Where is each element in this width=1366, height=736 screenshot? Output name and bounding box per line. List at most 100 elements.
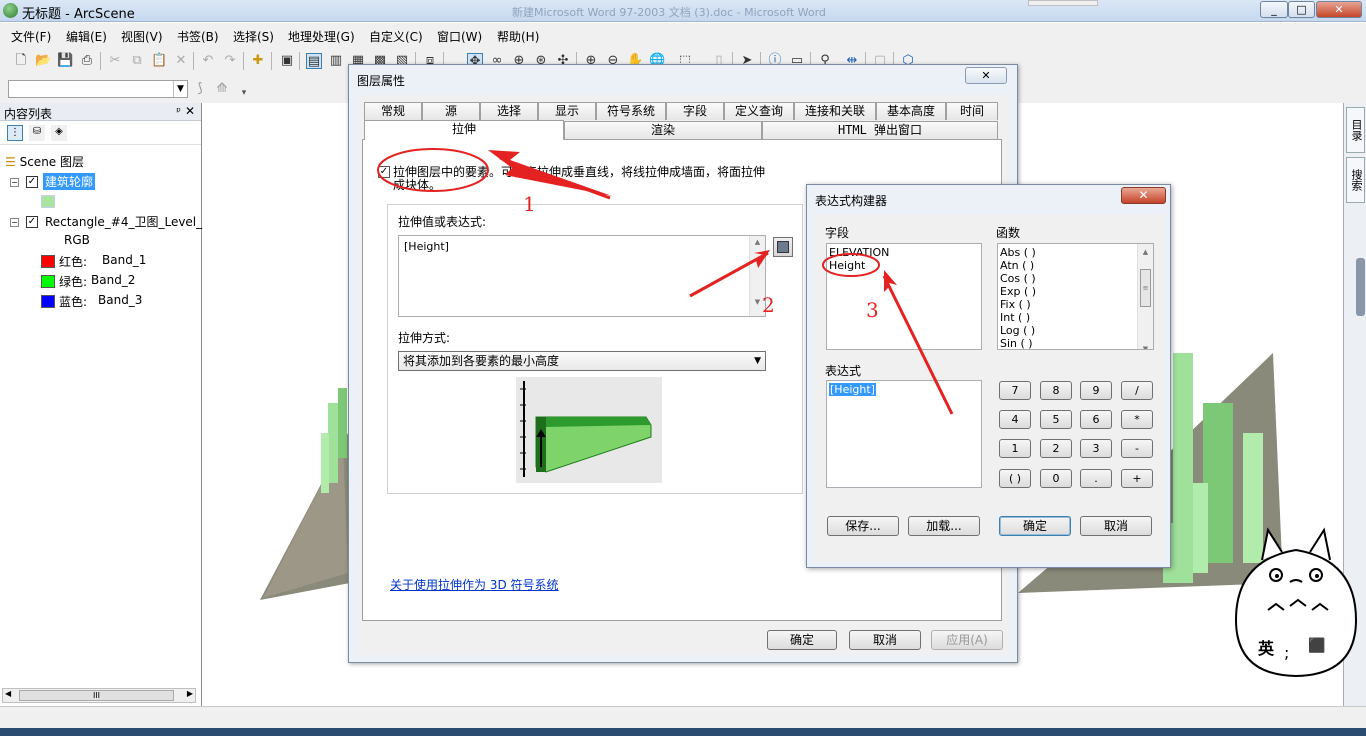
extrusion-help-link[interactable]: 关于使用拉伸作为 3D 符号系统 xyxy=(390,576,559,593)
extrude-expression-input[interactable]: [Height] ▲ ▼ xyxy=(398,235,766,317)
expression-cancel-button[interactable]: 取消 xyxy=(1080,516,1152,536)
function-item[interactable]: Abs ( ) xyxy=(1000,246,1151,259)
function-item[interactable]: Fix ( ) xyxy=(1000,298,1151,311)
layer1-label[interactable]: 建筑轮廓 xyxy=(43,173,96,190)
pin-icon[interactable]: ᵖ xyxy=(176,105,181,118)
tab-display[interactable]: 显示 xyxy=(538,102,596,120)
tab-source[interactable]: 源 xyxy=(422,102,480,120)
expression-builder-close-button[interactable]: ✕ xyxy=(1121,187,1166,204)
apply-button[interactable]: 应用(A) xyxy=(931,630,1003,650)
key-divide[interactable]: / xyxy=(1121,381,1153,400)
key-plus[interactable]: + xyxy=(1121,469,1153,488)
cancel-button[interactable]: 取消 xyxy=(849,630,921,650)
functions-list[interactable]: Abs ( ) Atn ( ) Cos ( ) Exp ( ) Fix ( ) … xyxy=(997,243,1154,350)
key-1[interactable]: 1 xyxy=(999,439,1031,458)
minimize-button[interactable]: _ xyxy=(1260,1,1288,18)
expression-input[interactable]: [Height] xyxy=(826,380,982,488)
scene-layers-row[interactable]: ☰ Scene 图层 xyxy=(5,153,84,170)
key-9[interactable]: 9 xyxy=(1080,381,1112,400)
catalog-icon[interactable]: ▥ xyxy=(328,53,344,69)
functions-scrollbar[interactable]: ▲ ≡ ▼ xyxy=(1137,244,1153,349)
key-parentheses[interactable]: ( ) xyxy=(999,469,1031,488)
tab-selection[interactable]: 选择 xyxy=(480,102,538,120)
menu-file[interactable]: 文件(F) xyxy=(11,28,51,45)
maximize-button[interactable]: □ xyxy=(1288,1,1315,18)
key-0[interactable]: 0 xyxy=(1040,469,1072,488)
layer1-symbol-swatch[interactable] xyxy=(41,195,55,208)
delete-icon[interactable]: ✕ xyxy=(173,53,189,69)
toc-window-icon[interactable]: ▤ xyxy=(306,53,322,69)
key-5[interactable]: 5 xyxy=(1040,410,1072,429)
tab-extrusion[interactable]: 拉伸 xyxy=(364,120,564,140)
list-by-source-icon[interactable]: ⛁ xyxy=(29,125,45,141)
menu-bookmarks[interactable]: 书签(B) xyxy=(177,28,219,45)
add-data-icon[interactable]: ✚ xyxy=(250,53,266,69)
function-item[interactable]: Exp ( ) xyxy=(1000,285,1151,298)
load-expression-button[interactable]: 加载... xyxy=(908,516,980,536)
list-by-visibility-icon[interactable]: ◈ xyxy=(51,125,67,141)
tab-rendering[interactable]: 渲染 xyxy=(564,121,762,139)
draw-icon[interactable]: ⟰ xyxy=(214,81,230,97)
scroll-thumb[interactable]: III xyxy=(19,690,174,701)
toc-close-icon[interactable]: ✕ xyxy=(185,104,195,118)
function-item[interactable]: Sin ( ) xyxy=(1000,337,1151,349)
scroll-left-icon[interactable]: ◀ xyxy=(5,689,11,698)
layer2-label[interactable]: Rectangle_#4_卫图_Level_1 xyxy=(45,213,210,230)
layer1-visibility-checkbox[interactable]: ✓ xyxy=(26,176,38,188)
redo-icon[interactable]: ↷ xyxy=(222,53,238,69)
dialog-close-button[interactable]: ✕ xyxy=(965,67,1007,84)
key-7[interactable]: 7 xyxy=(999,381,1031,400)
new-document-icon[interactable]: 🗋 xyxy=(13,53,29,69)
menu-window[interactable]: 窗口(W) xyxy=(437,28,482,45)
tab-base-heights[interactable]: 基本高度 xyxy=(876,102,946,120)
menu-selection[interactable]: 选择(S) xyxy=(233,28,274,45)
list-by-drawing-order-icon[interactable]: ⋮ xyxy=(7,125,23,141)
tab-general[interactable]: 常规 xyxy=(364,102,422,120)
menu-help[interactable]: 帮助(H) xyxy=(497,28,539,45)
picture-icon[interactable]: ▣ xyxy=(279,53,295,69)
collapse-icon[interactable]: − xyxy=(10,218,19,227)
close-window-button[interactable]: ✕ xyxy=(1316,1,1362,18)
expression-builder-calculator-icon[interactable] xyxy=(773,237,793,257)
toc-horizontal-scrollbar[interactable]: ◀ III ▶ xyxy=(2,688,196,703)
search-tab[interactable]: 搜索 xyxy=(1346,157,1365,203)
ok-button[interactable]: 确定 xyxy=(767,630,837,650)
scroll-right-icon[interactable]: ▶ xyxy=(187,689,193,698)
extrusion-method-select[interactable]: 将其添加到各要素的最小高度 ▼ xyxy=(398,351,766,371)
key-3[interactable]: 3 xyxy=(1080,439,1112,458)
layer2-visibility-checkbox[interactable]: ✓ xyxy=(26,216,38,228)
tab-joins-relates[interactable]: 连接和关联 xyxy=(794,102,876,120)
function-item[interactable]: Atn ( ) xyxy=(1000,259,1151,272)
field-item[interactable]: Height xyxy=(829,259,979,272)
function-item[interactable]: Int ( ) xyxy=(1000,311,1151,324)
tab-definition-query[interactable]: 定义查询 xyxy=(724,102,794,120)
tab-time[interactable]: 时间 xyxy=(946,102,998,120)
fields-list[interactable]: ELEVATION Height xyxy=(826,243,982,350)
function-item[interactable]: Log ( ) xyxy=(1000,324,1151,337)
field-item[interactable]: ELEVATION xyxy=(829,246,979,259)
key-6[interactable]: 6 xyxy=(1080,410,1112,429)
key-4[interactable]: 4 xyxy=(999,410,1031,429)
key-minus[interactable]: - xyxy=(1121,439,1153,458)
extrude-features-checkbox[interactable]: ✓ xyxy=(378,166,390,178)
menu-view[interactable]: 视图(V) xyxy=(121,28,163,45)
key-2[interactable]: 2 xyxy=(1040,439,1072,458)
key-decimal[interactable]: . xyxy=(1080,469,1112,488)
paste-icon[interactable]: 📋 xyxy=(151,53,167,69)
open-icon[interactable]: 📂 xyxy=(35,53,51,69)
toolbar-options-icon[interactable]: ▾ xyxy=(236,85,252,101)
key-8[interactable]: 8 xyxy=(1040,381,1072,400)
menu-customize[interactable]: 自定义(C) xyxy=(369,28,423,45)
cut-icon[interactable]: ✂ xyxy=(107,53,123,69)
print-icon[interactable]: ⎙ xyxy=(79,53,95,69)
tool-icon[interactable]: ⟆ xyxy=(192,81,208,97)
menu-edit[interactable]: 编辑(E) xyxy=(66,28,107,45)
undo-icon[interactable]: ↶ xyxy=(200,53,216,69)
expression-ok-button[interactable]: 确定 xyxy=(999,516,1071,536)
key-multiply[interactable]: * xyxy=(1121,410,1153,429)
tab-fields[interactable]: 字段 xyxy=(666,102,724,120)
menu-geoprocessing[interactable]: 地理处理(G) xyxy=(288,28,355,45)
copy-icon[interactable]: ⧉ xyxy=(129,53,145,69)
function-item[interactable]: Cos ( ) xyxy=(1000,272,1151,285)
catalog-tab[interactable]: 目录 xyxy=(1346,107,1365,153)
